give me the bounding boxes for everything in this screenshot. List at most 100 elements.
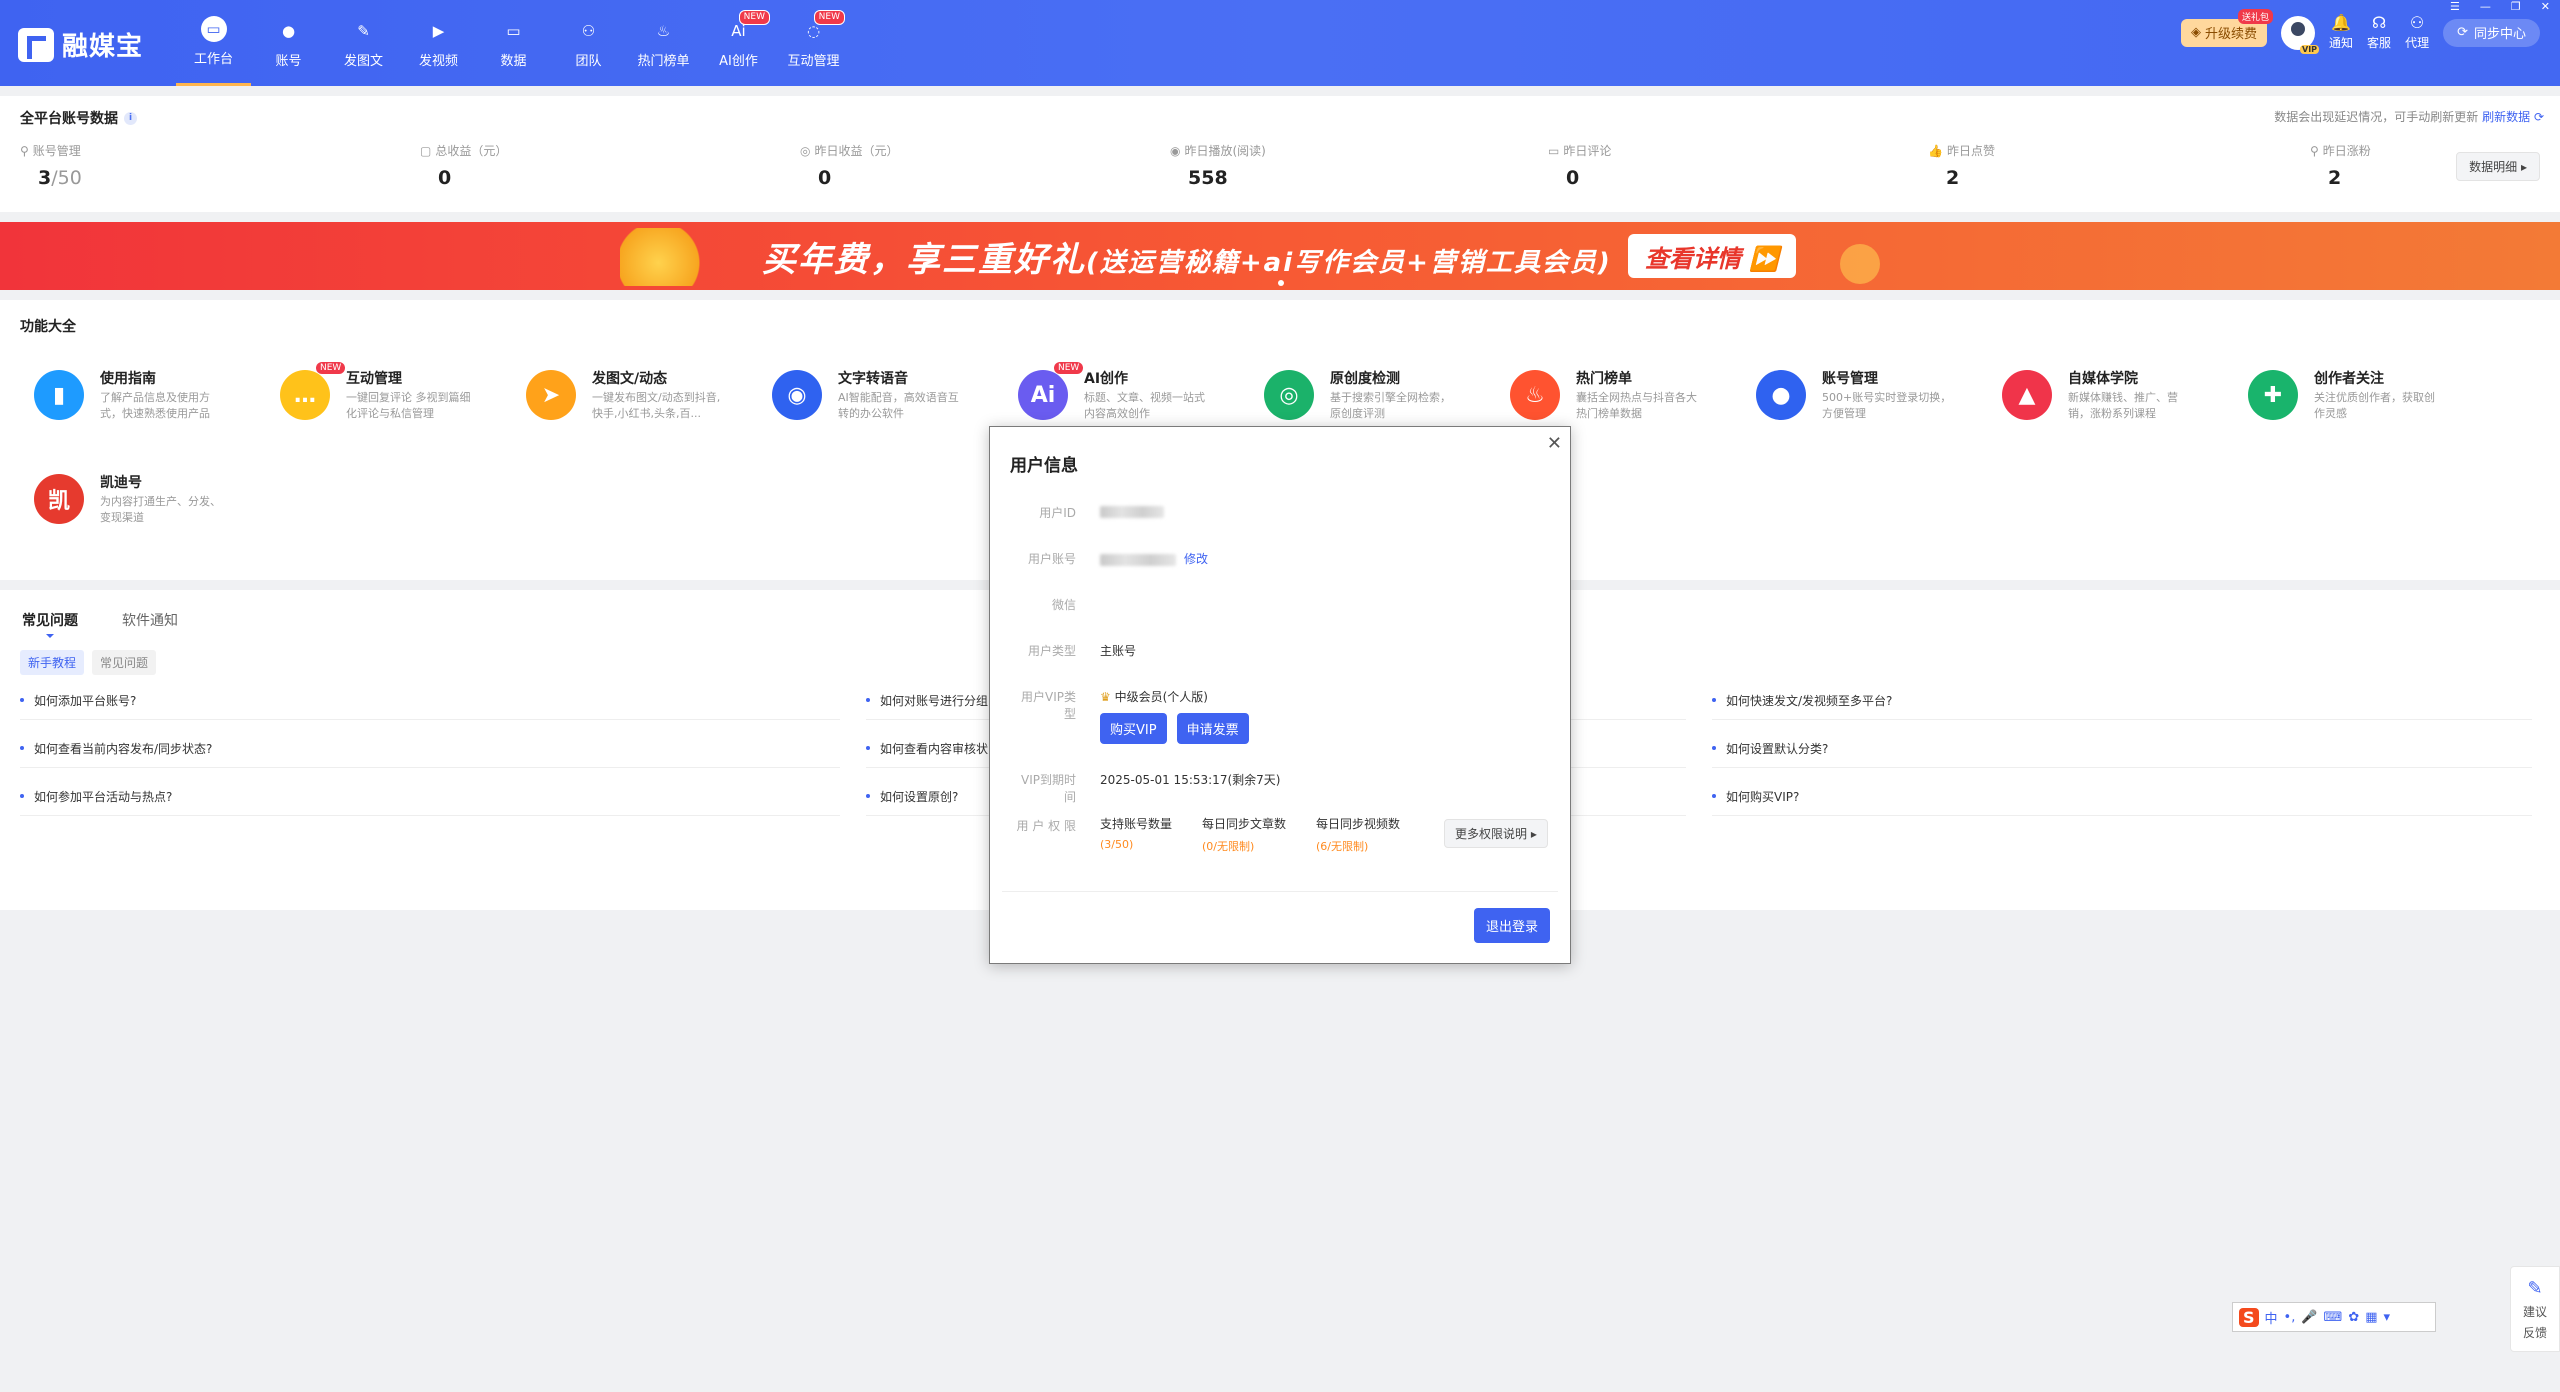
chip-tutorial[interactable]: 新手教程 [20, 650, 85, 675]
service-button[interactable]: ☊ 客服 [2367, 14, 2391, 51]
diamond-icon: ◈ [2191, 25, 2202, 40]
faq-item[interactable]: 如何参加平台活动与热点? [20, 788, 840, 816]
grid-icon[interactable]: ▦ [2365, 1310, 2377, 1325]
team-icon: ⚇ [581, 21, 596, 40]
nav-item-8[interactable]: Ai AI创作 NEW [701, 0, 776, 86]
feature-card[interactable]: ▲ 自媒体学院 新媒体赚钱、推广、营销，涨粉系列课程 [1988, 362, 2228, 426]
blurred-text [1100, 553, 1176, 566]
features-title: 功能大全 [20, 319, 76, 335]
feature-card[interactable]: ◎ 原创度检测 基于搜索引擎全网检索，原创度评测 [1250, 362, 1490, 426]
fans-icon: ⚲ [2310, 143, 2319, 158]
invoice-button[interactable]: 申请发票 [1176, 713, 1249, 744]
stat-value: 558 [1188, 167, 1420, 189]
minimize-icon[interactable]: — [2480, 0, 2491, 13]
wallet-icon: ▢ [420, 143, 432, 158]
view-details-button[interactable]: 查看详情 ⏩ [1628, 234, 1796, 278]
edit-link[interactable]: 修改 [1184, 552, 1208, 566]
ime-toolbar[interactable]: S 中 •, 🎤 ⌨ ✿ ▦ ▾ [2232, 1302, 2436, 1332]
faq-item[interactable]: 如何设置默认分类? [1712, 740, 2532, 768]
feature-title: 账号管理 [1822, 371, 1878, 387]
new-badge: NEW [1054, 362, 1084, 374]
stats-title: 全平台账号数据 i [20, 108, 137, 128]
feature-card[interactable]: ✚ 创作者关注 关注优质创作者，获取创作灵感 [2234, 362, 2474, 426]
feature-desc: 一键回复评论 多视到篇细化评论与私信管理 [346, 391, 471, 420]
nav-item-5[interactable]: ▭ 数据 [476, 0, 551, 86]
agent-button[interactable]: ⚇ 代理 [2405, 14, 2429, 51]
tab-notice[interactable]: 软件通知 [122, 610, 178, 630]
refresh-link[interactable]: 刷新数据 [2482, 110, 2530, 124]
mic-icon[interactable]: 🎤 [2301, 1310, 2317, 1325]
nav-item-1[interactable]: ▭ 工作台 [176, 0, 251, 86]
app-logo[interactable]: 融媒宝 [18, 26, 143, 63]
nav-item-4[interactable]: ▶ 发视频 [401, 0, 476, 86]
stats-panel: 全平台账号数据 i 数据会出现延迟情况，可手动刷新更新 刷新数据 ⟳ ⚲ 账号管理 3… [0, 96, 2560, 212]
menu-icon[interactable]: ☰ [2450, 0, 2460, 13]
stat-value-sub: /50 [51, 167, 82, 189]
more-permissions-button[interactable]: 更多权限说明 ▸ [1444, 819, 1548, 848]
maximize-icon[interactable]: ❐ [2511, 0, 2521, 13]
upgrade-button[interactable]: ◈ 升级续费 送礼包 [2181, 8, 2274, 47]
feature-desc: 关注优质创作者，获取创作灵感 [2314, 391, 2435, 420]
perm-value: (0/无限制) [1202, 840, 1255, 853]
stats-title-text: 全平台账号数据 [20, 111, 118, 127]
keyboard-icon[interactable]: ⌨ [2324, 1310, 2343, 1325]
feature-card[interactable]: 凯凯迪号 为内容打通生产、分发、变现渠道 [20, 466, 260, 530]
feedback-button[interactable]: ✎ 建议 反馈 [2510, 1266, 2560, 1352]
refresh-icon[interactable]: ⟳ [2534, 110, 2544, 124]
close-icon[interactable]: ✕ [2541, 0, 2550, 13]
feature-card[interactable]: ● 账号管理 500+账号实时登录切换，方便管理 [1742, 362, 1982, 426]
stat-value-main: 2 [2328, 167, 2342, 189]
promo-banner[interactable]: 买年费，享三重好礼(送运营秘籍+ai写作会员+营销工具会员) 查看详情 ⏩ [0, 222, 2560, 290]
stat-item: ▢ 总收益（元） 0 [420, 142, 670, 190]
dialog-title: 用户信息 [1010, 456, 1078, 476]
income-icon: ◎ [800, 143, 811, 158]
buy-vip-button[interactable]: 购买VIP [1100, 713, 1167, 744]
edit-icon: ✎ [2527, 1277, 2543, 1299]
feature-card[interactable]: Ai NEW AI创作 标题、文章、视频一站式内容高效创作 [1004, 362, 1244, 426]
perm-accounts: 支持账号数量 (3/50) [1100, 815, 1172, 851]
ime-lang[interactable]: 中 [2265, 1308, 2278, 1327]
faq-item[interactable]: 如何添加平台账号? [20, 692, 840, 720]
feature-desc: 为内容打通生产、分发、变现渠道 [100, 495, 221, 524]
window-controls: ☰ — ❐ ✕ [2450, 0, 2550, 13]
feature-title: AI创作 [1084, 371, 1129, 387]
carousel-dot[interactable] [1278, 280, 1284, 286]
stat-value[interactable]: 3/50 [38, 167, 270, 189]
nav-item-3[interactable]: ✎ 发图文 [326, 0, 401, 86]
skin-icon[interactable]: ✿ [2348, 1310, 2359, 1325]
feature-icon: ♨ [1510, 370, 1560, 420]
nav-item-6[interactable]: ⚇ 团队 [551, 0, 626, 86]
feature-card[interactable]: ▮ 使用指南 了解产品信息及使用方式，快速熟悉使用产品 [20, 362, 260, 426]
feature-card[interactable]: ◉ 文字转语音 AI智能配音，高效语音互转的办公软件 [758, 362, 998, 426]
avatar[interactable]: VIP [2281, 15, 2320, 54]
nav-item-9[interactable]: ◌ 互动管理 NEW [776, 0, 851, 86]
sync-center-button[interactable]: ⟳ 同步中心 [2443, 18, 2540, 47]
feature-card[interactable]: … NEW 互动管理 一键回复评论 多视到篇细化评论与私信管理 [266, 362, 506, 426]
tab-faq[interactable]: 常见问题 [22, 610, 78, 638]
faq-item[interactable]: 如何购买VIP? [1712, 788, 2532, 816]
account-value: 修改 [1100, 550, 1208, 567]
faq-item[interactable]: 如何快速发文/发视频至多平台? [1712, 692, 2532, 720]
nav-item-7[interactable]: ♨ 热门榜单 [626, 0, 701, 86]
nav-item-2[interactable]: ● 账号 [251, 0, 326, 86]
ime-logo: S [2239, 1307, 2259, 1327]
account-icon: ● [281, 21, 296, 40]
feature-icon: ● [1756, 370, 1806, 420]
info-icon[interactable]: i [124, 111, 137, 125]
more-icon[interactable]: ▾ [2384, 1310, 2391, 1325]
feature-card[interactable]: ♨ 热门榜单 囊括全网热点与抖音各大热门榜单数据 [1496, 362, 1736, 426]
chip-common[interactable]: 常见问题 [92, 650, 157, 675]
notify-button[interactable]: 🔔 通知 [2329, 14, 2353, 51]
publish-post-icon: ✎ [357, 21, 370, 40]
faq-item[interactable]: 如何查看当前内容发布/同步状态? [20, 740, 840, 768]
close-icon[interactable]: ✕ [1547, 433, 1562, 454]
banner-main: 买年费，享三重好礼 [762, 240, 1086, 280]
logo-icon [18, 27, 54, 62]
feature-card[interactable]: ➤ 发图文/动态 一键发布图文/动态到抖音,快手,小红书,头条,百... [512, 362, 752, 426]
hot-list-icon: ♨ [656, 21, 671, 40]
data-detail-button[interactable]: 数据明细 ▸ [2456, 152, 2540, 181]
punctuation-icon[interactable]: •, [2284, 1310, 2296, 1325]
feature-icon: ✚ [2248, 370, 2298, 420]
logout-button[interactable]: 退出登录 [1473, 908, 1550, 943]
banner-sub: (送运营秘籍+ai写作会员+营销工具会员) [1086, 248, 1612, 278]
